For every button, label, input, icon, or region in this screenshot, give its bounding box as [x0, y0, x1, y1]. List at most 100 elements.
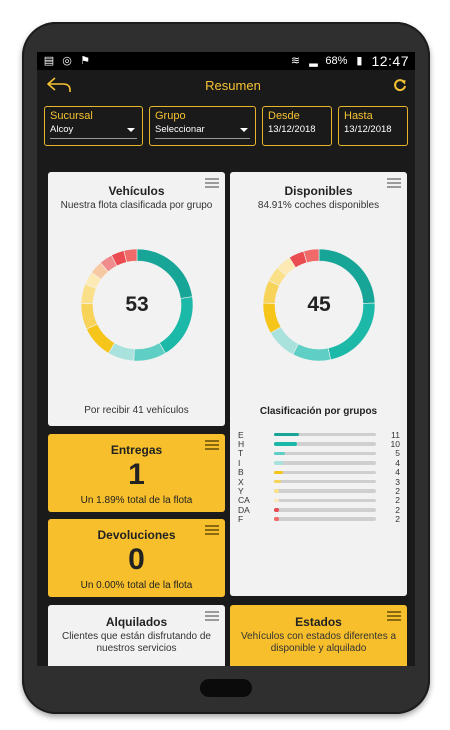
group-classification-list: E 11 H 10 T 5 I 4 B 4 X 3 Y 2 CA 2 DA 2 F 2 — [238, 430, 400, 525]
returns-card[interactable]: Devoluciones 0 Un 0.00% total de la flot… — [48, 519, 225, 597]
group-value-text: Seleccionar — [155, 124, 205, 135]
status-system: ≋ ▂ 68% ▮ 12:47 — [289, 53, 409, 69]
available-subtitle: 84.91% coches disponibles — [257, 200, 380, 211]
menu-icon[interactable] — [205, 440, 219, 450]
group-bar-track — [274, 517, 376, 521]
chevron-down-icon — [240, 128, 248, 132]
dashboard-grid: Vehículos Nuestra flota clasificada por … — [37, 154, 415, 666]
page-title: Resumen — [205, 77, 261, 93]
group-label: F — [238, 514, 244, 525]
date-from-field[interactable]: Desde 13/12/2018 — [262, 106, 332, 146]
back-arrow-icon[interactable] — [45, 75, 73, 95]
vehicles-footer: Por recibir 41 vehículos — [84, 405, 189, 416]
group-row: E 11 — [238, 430, 400, 440]
deliveries-card[interactable]: Entregas 1 Un 1.89% total de la flota — [48, 434, 225, 512]
branch-value: Alcoy — [50, 123, 137, 139]
menu-icon[interactable] — [205, 525, 219, 535]
group-bar-track — [274, 442, 376, 446]
chevron-down-icon — [127, 128, 135, 132]
date-from-value: 13/12/2018 — [268, 124, 316, 135]
group-row: I4 — [238, 458, 400, 468]
group-bar-track — [274, 479, 376, 484]
deliveries-footer: Un 1.89% total de la flota — [80, 495, 193, 506]
group-bar — [274, 498, 279, 503]
group-row: Y2 — [238, 486, 400, 496]
battery-icon: ▮ — [356, 55, 363, 67]
group-row: F2 — [238, 514, 400, 525]
branch-label: Sucursal — [50, 110, 93, 122]
clock: 12:47 — [371, 53, 409, 69]
menu-icon[interactable] — [387, 178, 401, 188]
group-row: H 10 — [238, 439, 400, 449]
group-bar-track — [274, 498, 376, 503]
status-bar: ▤ ◎ ⚑ ≋ ▂ 68% ▮ 12:47 — [37, 52, 415, 70]
group-value: Seleccionar — [155, 123, 250, 139]
group-bar — [274, 508, 279, 512]
rented-card[interactable]: Alquilados Clientes que están disfrutand… — [48, 605, 225, 666]
branch-select[interactable]: Sucursal Alcoy — [44, 106, 143, 146]
date-to-field[interactable]: Hasta 13/12/2018 — [338, 106, 408, 146]
group-bar — [274, 470, 284, 474]
available-card[interactable]: Disponibles 84.91% coches disponibles 45… — [230, 172, 407, 596]
group-row: T5 — [238, 448, 400, 458]
group-select[interactable]: Grupo Seleccionar — [149, 106, 256, 146]
vehicles-total: 53 — [125, 293, 149, 316]
returns-count: 0 — [128, 543, 145, 576]
branch-value-text: Alcoy — [50, 124, 74, 135]
states-subtitle: Vehículos con estados diferentes a dispo… — [240, 631, 397, 654]
target-icon: ◎ — [62, 55, 72, 67]
menu-icon[interactable] — [205, 178, 219, 188]
rented-title: Alquilados — [105, 615, 168, 629]
signal-icon: ▂ — [309, 55, 318, 67]
group-bar-track — [274, 451, 376, 456]
group-classification-title: Clasificación por grupos — [259, 406, 378, 417]
group-bar — [274, 451, 286, 456]
rented-subtitle: Clientes que están disfrutando de nuestr… — [62, 631, 211, 654]
group-row: CA 2 — [238, 495, 400, 505]
available-total: 45 — [307, 293, 331, 316]
group-row: DA 2 — [238, 505, 400, 515]
group-bar-track — [274, 508, 376, 512]
group-bar — [274, 517, 279, 521]
group-bar-track — [274, 461, 376, 465]
date-from-label: Desde — [268, 110, 300, 122]
group-bar-track — [274, 489, 376, 493]
group-bar — [274, 479, 281, 484]
available-title: Disponibles — [284, 184, 353, 198]
group-bar-track — [274, 432, 376, 437]
app-bar: Resumen — [37, 70, 415, 100]
group-bar-track — [274, 470, 376, 474]
vehicles-subtitle: Nuestra flota clasificada por grupo — [60, 200, 213, 211]
deliveries-count: 1 — [128, 458, 145, 491]
group-bar — [274, 489, 279, 493]
date-to-label: Hasta — [344, 110, 373, 122]
filter-bar: Sucursal Alcoy Grupo Seleccionar Desde 1… — [37, 100, 415, 154]
group-row: X3 — [238, 477, 400, 487]
menu-icon[interactable] — [387, 611, 401, 621]
menu-icon[interactable] — [205, 611, 219, 621]
date-to-value: 13/12/2018 — [344, 124, 392, 135]
refresh-icon[interactable] — [393, 78, 407, 92]
flag-icon: ⚑ — [80, 55, 90, 67]
group-row: B4 — [238, 467, 400, 477]
group-value: 2 — [395, 514, 400, 525]
app-screen: ▤ ◎ ⚑ ≋ ▂ 68% ▮ 12:47 Resumen Sucursal A… — [37, 52, 415, 666]
vehicles-donut: 53 — [74, 242, 200, 368]
returns-footer: Un 0.00% total de la flota — [80, 580, 193, 591]
group-bar — [274, 461, 284, 465]
home-button[interactable] — [200, 679, 252, 697]
group-bar — [274, 432, 299, 437]
returns-title: Devoluciones — [97, 528, 176, 542]
document-icon: ▤ — [43, 55, 55, 67]
vehicles-title: Vehículos — [108, 184, 165, 198]
status-notifications: ▤ ◎ ⚑ — [43, 55, 91, 67]
group-label: Grupo — [155, 110, 186, 122]
wifi-icon: ≋ — [290, 55, 301, 67]
battery-level: 68% — [325, 55, 348, 67]
deliveries-title: Entregas — [110, 443, 163, 457]
states-card[interactable]: Estados Vehículos con estados diferentes… — [230, 605, 407, 666]
states-title: Estados — [295, 615, 342, 629]
group-bar — [274, 442, 297, 446]
vehicles-card[interactable]: Vehículos Nuestra flota clasificada por … — [48, 172, 225, 426]
available-donut: 45 — [256, 242, 382, 368]
